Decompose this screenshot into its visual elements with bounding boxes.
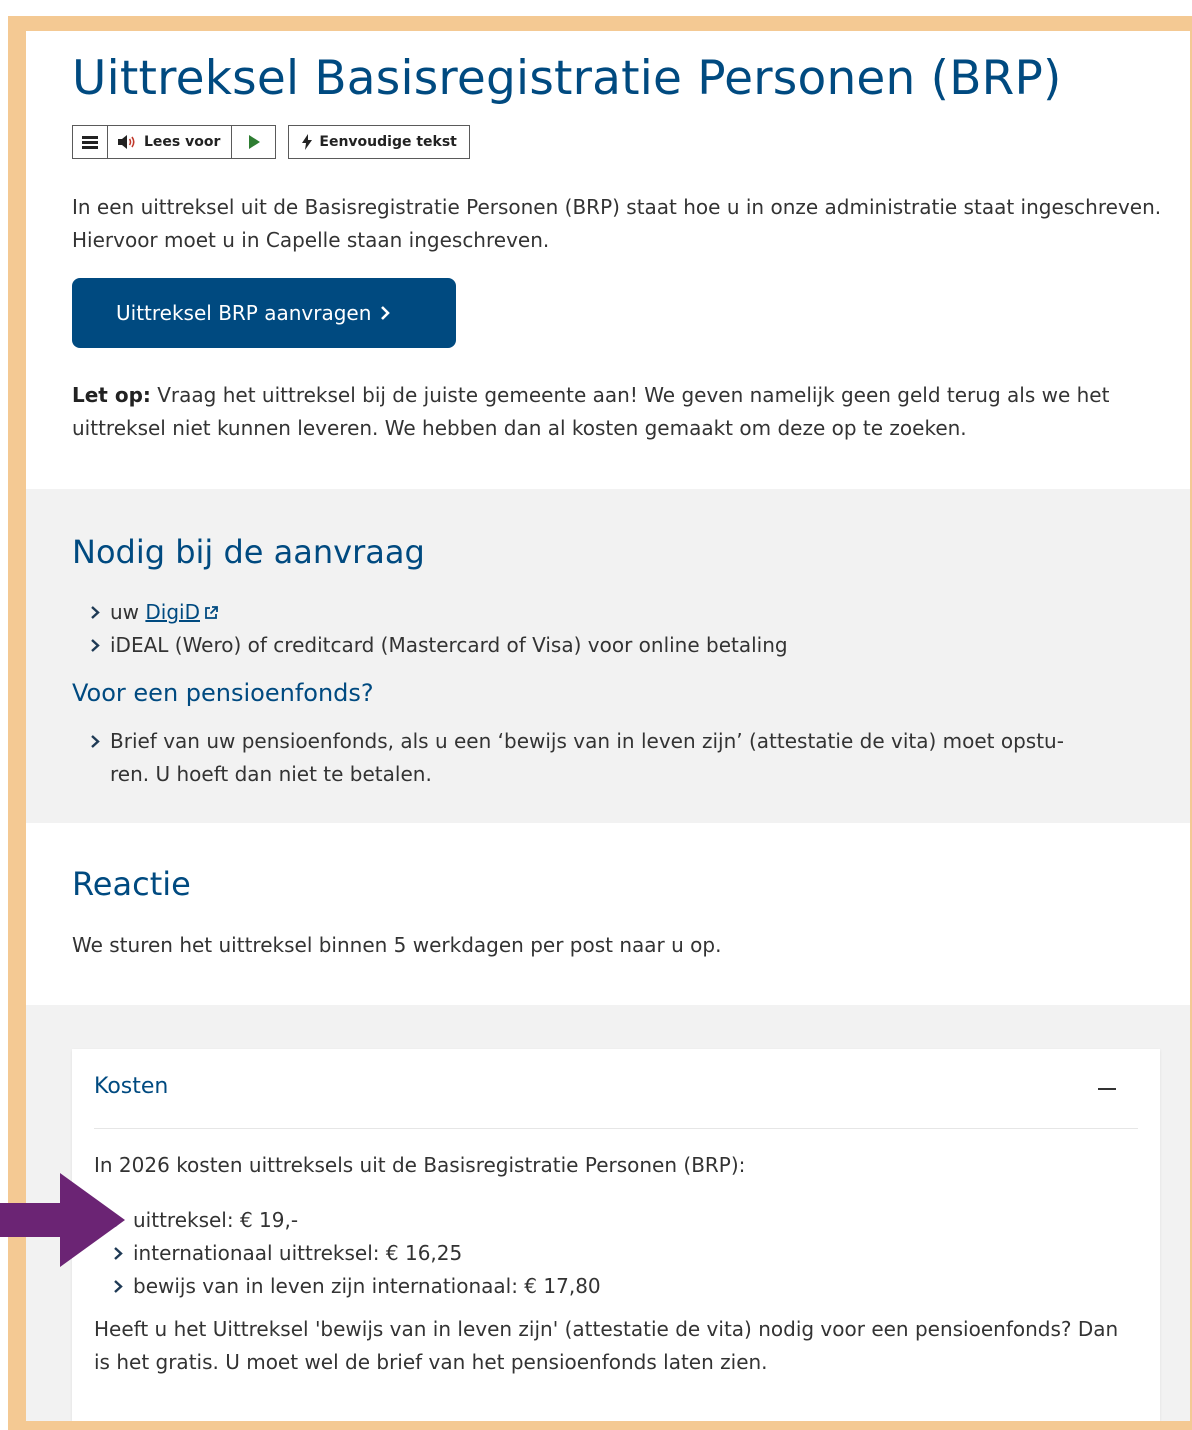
pension-list: Brief van uw pensioenfonds, als u een ‘b… [90, 725, 1170, 791]
list-item: iDEAL (Wero) of creditcard (Mastercard o… [90, 629, 788, 662]
minus-icon[interactable] [1098, 1088, 1116, 1090]
readspeaker-player: Lees voor [72, 125, 277, 159]
speaker-icon [118, 135, 135, 149]
list-item: uittreksel: € 19,- [113, 1204, 601, 1237]
digid-link[interactable]: DigiD [145, 600, 200, 624]
reaction-text: We sturen het uittreksel binnen 5 werkda… [72, 933, 722, 957]
costs-accordion: Kosten In 2026 kosten uittreksels uit de… [72, 1049, 1160, 1421]
costs-list: uittreksel: € 19,- internationaal uittre… [113, 1204, 601, 1303]
read-aloud-label: Lees voor [144, 134, 221, 150]
list-item: uw DigiD [90, 596, 788, 629]
page-title: Uittreksel Basisregistratie Personen (BR… [72, 51, 1062, 106]
request-extract-button[interactable]: Uittreksel BRP aanvragen [72, 278, 456, 348]
external-link-icon [205, 606, 218, 619]
request-extract-label: Uittreksel BRP aanvragen [116, 301, 372, 325]
pension-item-line1: Brief van uw pensioenfonds, als u een ‘b… [110, 729, 1064, 753]
lightning-icon [302, 134, 313, 150]
costs-accordion-header[interactable]: Kosten [94, 1049, 1138, 1129]
chevron-right-icon [91, 735, 100, 748]
simple-text-button[interactable]: Eenvoudige tekst [289, 126, 468, 158]
payment-item: iDEAL (Wero) of creditcard (Mastercard o… [110, 633, 788, 657]
menu-icon [82, 136, 98, 149]
play-button[interactable] [231, 126, 275, 158]
reaction-section: Reactie We sturen het uittreksel binnen … [26, 823, 1190, 1005]
chevron-right-icon [91, 639, 100, 652]
simple-text-label: Eenvoudige tekst [319, 134, 457, 150]
read-aloud-button[interactable]: Lees voor [107, 126, 231, 158]
pension-heading: Voor een pensioenfonds? [72, 679, 374, 707]
reaction-heading: Reactie [72, 865, 191, 903]
requirements-section: Nodig bij de aanvraag uw DigiD iDEAL (We… [26, 489, 1190, 823]
requirements-list: uw DigiD iDEAL (Wero) of creditcard (Mas… [90, 596, 788, 662]
readspeaker-toolbar: Lees voor Eenvoudige tekst [72, 125, 470, 159]
chevron-right-icon [114, 1280, 123, 1293]
simple-text-toggle: Eenvoudige tekst [288, 125, 470, 159]
list-item: bewijs van in leven zijn internationaal:… [113, 1270, 601, 1303]
intro-section: Uittreksel Basisregistratie Personen (BR… [26, 31, 1190, 489]
play-icon [248, 135, 260, 149]
chevron-right-icon [91, 606, 100, 619]
notice-label: Let op: [72, 383, 151, 407]
pension-item-line2: ren. U hoeft dan niet te betalen. [110, 762, 432, 786]
annotation-arrow-icon [0, 1173, 125, 1267]
costs-footer: Heeft u het Uittreksel 'bewijs van in le… [94, 1317, 1119, 1374]
requirements-heading: Nodig bij de aanvraag [72, 533, 425, 571]
intro-text: In een uittreksel uit de Basisregistrati… [72, 195, 1162, 252]
notice-text: Let op: Vraag het uittreksel bij de juis… [72, 379, 1172, 445]
cost-item: bewijs van in leven zijn internationaal:… [133, 1274, 601, 1298]
list-item: Brief van uw pensioenfonds, als u een ‘b… [90, 725, 1170, 791]
notice-body: Vraag het uittreksel bij de juiste gemee… [72, 383, 1110, 440]
chevron-right-icon [381, 306, 391, 320]
digid-prefix: uw [110, 600, 146, 624]
costs-intro: In 2026 kosten uittreksels uit de Basisr… [94, 1153, 746, 1177]
costs-section: Kosten In 2026 kosten uittreksels uit de… [26, 1005, 1190, 1421]
readspeaker-menu-button[interactable] [73, 126, 107, 158]
page-content: Uittreksel Basisregistratie Personen (BR… [26, 31, 1190, 1421]
cost-item: internationaal uittreksel: € 16,25 [133, 1241, 463, 1265]
cost-item: uittreksel: € 19,- [133, 1208, 299, 1232]
costs-heading: Kosten [94, 1074, 169, 1099]
list-item: internationaal uittreksel: € 16,25 [113, 1237, 601, 1270]
